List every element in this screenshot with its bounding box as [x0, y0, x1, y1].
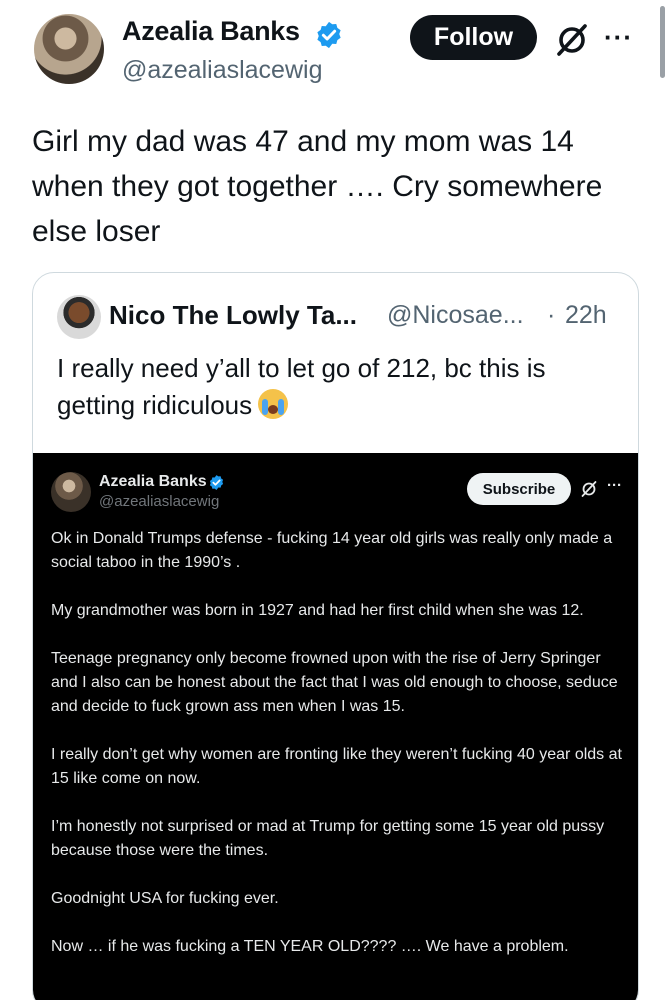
quote-media-screenshot[interactable]: Azealia Banks @azealiaslacewig Subscribe…: [33, 453, 638, 1000]
quote-text-content: I really need y’all to let go of 212, bc…: [57, 353, 546, 420]
media-paragraph: Now … if he was fucking a TEN YEAR OLD??…: [51, 938, 569, 955]
loudly-crying-face-emoji: [258, 389, 289, 419]
media-display-name: Azealia Banks: [99, 473, 207, 490]
avatar[interactable]: [34, 14, 104, 84]
follow-button[interactable]: Follow: [410, 15, 537, 60]
verified-badge-icon: [317, 21, 341, 49]
more-icon[interactable]: ···: [604, 22, 633, 53]
quote-timestamp: 22h: [565, 301, 607, 329]
tweet-header: Azealia Banks @azealiaslacewig Follow ··…: [0, 0, 670, 100]
quote-text: I really need y’all to let go of 212, bc…: [57, 350, 617, 424]
media-paragraph: Teenage pregnancy only become frowned up…: [51, 650, 618, 715]
grok-icon[interactable]: [552, 20, 592, 60]
scrollbar[interactable]: [660, 6, 665, 78]
media-handle: @azealiaslacewig: [99, 493, 220, 510]
quote-handle: @Nicosae...: [387, 301, 524, 329]
media-paragraph: Ok in Donald Trumps defense - fucking 14…: [51, 530, 613, 571]
media-subscribe-button: Subscribe: [467, 473, 571, 505]
media-verified-badge-icon: [209, 475, 224, 490]
media-more-icon: ···: [607, 477, 622, 494]
quote-separator: ·: [547, 301, 556, 329]
quote-display-name: Nico The Lowly Ta...: [109, 300, 357, 330]
display-name[interactable]: Azealia Banks: [122, 16, 300, 47]
media-grok-icon: [581, 481, 597, 497]
quote-avatar[interactable]: [57, 295, 101, 339]
handle[interactable]: @azealiaslacewig: [122, 56, 322, 85]
media-paragraph: I really don’t get why women are frontin…: [51, 746, 622, 787]
media-paragraph: Goodnight USA for fucking ever.: [51, 890, 279, 907]
media-tweet-body: Ok in Donald Trumps defense - fucking 14…: [51, 527, 626, 983]
quote-tweet-card[interactable]: Nico The Lowly Ta... @Nicosae... · 22h I…: [32, 272, 639, 1000]
media-avatar: [51, 472, 91, 512]
media-paragraph: I’m honestly not surprised or mad at Tru…: [51, 818, 605, 859]
tweet-text: Girl my dad was 47 and my mom was 14 whe…: [32, 125, 603, 248]
media-paragraph: My grandmother was born in 1927 and had …: [51, 602, 584, 619]
